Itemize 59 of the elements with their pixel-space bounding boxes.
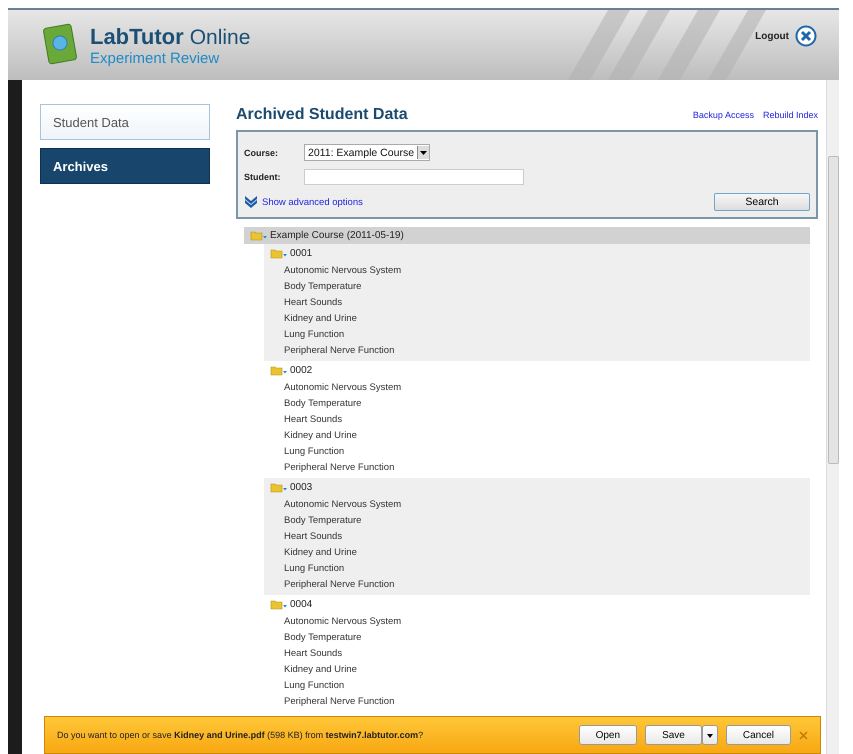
experiment-item[interactable]: Autonomic Nervous System (264, 263, 810, 279)
experiment-item[interactable]: Body Temperature (264, 630, 810, 646)
experiment-item[interactable]: Heart Sounds (264, 646, 810, 662)
advanced-options-link[interactable]: Show advanced options (262, 196, 363, 208)
experiment-item[interactable]: Kidney and Urine (264, 311, 810, 327)
close-icon[interactable] (799, 730, 808, 740)
brand-suffix: Online (190, 26, 250, 50)
experiment-item[interactable]: Autonomic Nervous System (264, 497, 810, 513)
experiment-item[interactable]: Heart Sounds (264, 529, 810, 545)
field-label: Student: (244, 172, 282, 182)
experiment-item[interactable]: Kidney and Urine (264, 662, 810, 678)
logout-link[interactable]: Logout (755, 25, 817, 47)
page-title: Archived Student Data (236, 106, 408, 124)
folder-expanded-icon[interactable] (270, 599, 288, 610)
header-link[interactable]: Rebuild Index (762, 110, 818, 120)
tree-student-row[interactable]: 0003 (264, 478, 810, 497)
save-options-button[interactable] (702, 725, 718, 745)
download-message: Do you want to open or save Kidney and Urine.pdf (598 KB) from testwin7.labtutor.com? (57, 730, 424, 740)
experiment-item[interactable]: Body Temperature (264, 396, 810, 412)
expand-icon[interactable] (244, 196, 258, 208)
header-link[interactable]: Backup Access (692, 110, 754, 120)
app-subtitle: Experiment Review (90, 50, 220, 66)
tree-student-row[interactable]: 0001 (264, 244, 810, 263)
search-button[interactable]: Search (714, 193, 810, 211)
course-dropdown[interactable]: 2011: Example Course (304, 144, 430, 161)
download-action-button[interactable]: Open (578, 725, 638, 745)
close-icon (795, 25, 817, 47)
experiment-item[interactable]: Peripheral Nerve Function (264, 343, 810, 359)
experiment-item[interactable]: Peripheral Nerve Function (264, 577, 810, 593)
tree-student-row[interactable]: 0004 (264, 595, 810, 614)
tree-student-row[interactable]: 0002 (264, 361, 810, 380)
experiment-item[interactable]: Autonomic Nervous System (264, 614, 810, 630)
experiment-item[interactable]: Lung Function (264, 327, 810, 343)
brand-name: LabTutor (90, 24, 184, 50)
caret-icon (420, 150, 428, 154)
download-action-button[interactable]: Cancel (726, 725, 791, 745)
save-button[interactable]: Save (645, 725, 702, 745)
folder-expanded-icon[interactable] (270, 248, 288, 259)
student-input[interactable] (304, 169, 524, 185)
tree-course-row[interactable]: Example Course (2011-05-19) (244, 227, 810, 244)
folder-expanded-icon[interactable] (250, 230, 268, 241)
experiment-item[interactable]: Lung Function (264, 444, 810, 460)
experiment-item[interactable]: Autonomic Nervous System (264, 380, 810, 396)
folder-expanded-icon[interactable] (270, 365, 288, 376)
experiment-item[interactable]: Body Temperature (264, 279, 810, 295)
folder-expanded-icon[interactable] (270, 482, 288, 493)
sidebar-item[interactable]: Student Data (40, 104, 210, 140)
experiment-item[interactable]: Lung Function (264, 561, 810, 577)
caret-icon (706, 734, 713, 738)
field-label: Course: (244, 148, 280, 158)
experiment-item[interactable]: Peripheral Nerve Function (264, 694, 810, 710)
experiment-item[interactable]: Heart Sounds (264, 412, 810, 428)
experiment-item[interactable]: Kidney and Urine (264, 428, 810, 444)
experiment-item[interactable]: Lung Function (264, 678, 810, 694)
experiment-item[interactable]: Body Temperature (264, 513, 810, 529)
sidebar-item[interactable]: Archives (40, 148, 210, 184)
experiment-item[interactable]: Peripheral Nerve Function (264, 460, 810, 476)
experiment-item[interactable]: Kidney and Urine (264, 545, 810, 561)
experiment-item[interactable]: Heart Sounds (264, 295, 810, 311)
